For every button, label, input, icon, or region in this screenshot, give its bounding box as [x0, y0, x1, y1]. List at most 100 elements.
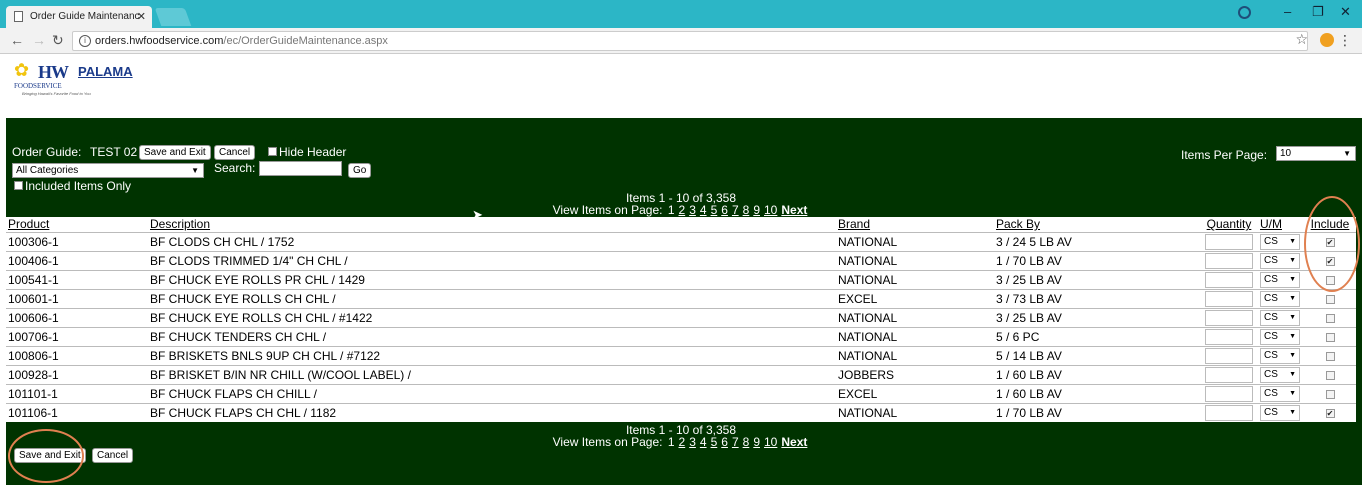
um-select[interactable]: CS ▼: [1260, 309, 1300, 326]
include-checkbox[interactable]: ✔: [1325, 256, 1335, 266]
page-link[interactable]: 5: [711, 203, 718, 217]
page-link[interactable]: 9: [753, 435, 760, 449]
info-icon[interactable]: i: [79, 35, 91, 47]
quantity-input[interactable]: [1205, 385, 1253, 402]
brand-cell: JOBBERS: [836, 364, 994, 384]
page-link[interactable]: 10: [764, 435, 777, 449]
page-link[interactable]: 4: [700, 203, 707, 217]
company-logo[interactable]: ✿ HW PALAMA FOODSERVICE Bringing Hawaii'…: [12, 60, 133, 100]
url-path: /ec/OrderGuideMaintenance.aspx: [223, 35, 388, 47]
um-value: CS: [1264, 311, 1278, 323]
description-cell: BF CLODS TRIMMED 1/4" CH CHL /: [148, 250, 836, 270]
back-icon[interactable]: ←: [10, 32, 24, 48]
url-field[interactable]: i orders.hwfoodservice.com/ec/OrderGuide…: [72, 31, 1308, 51]
go-button[interactable]: Go: [348, 163, 372, 178]
order-guide-name: TEST 02: [90, 145, 138, 159]
quantity-input[interactable]: [1205, 366, 1253, 383]
chevron-down-icon: ▼: [191, 166, 199, 175]
page-link[interactable]: 8: [743, 203, 750, 217]
close-window-icon[interactable]: ✕: [1340, 4, 1351, 20]
um-select[interactable]: CS ▼: [1260, 404, 1300, 421]
col-description[interactable]: Description: [148, 217, 836, 232]
um-cell: CS ▼: [1258, 402, 1304, 422]
page-link[interactable]: 3: [689, 435, 696, 449]
next-link[interactable]: Next: [781, 203, 807, 217]
page-link[interactable]: 8: [743, 435, 750, 449]
reload-icon[interactable]: ↻: [52, 32, 64, 49]
extension-icon[interactable]: [1320, 33, 1334, 47]
include-checkbox[interactable]: [1325, 313, 1335, 323]
um-select[interactable]: CS ▼: [1260, 271, 1300, 288]
tab-close-icon[interactable]: ✕: [137, 6, 146, 28]
page-link[interactable]: 9: [753, 203, 760, 217]
um-select[interactable]: CS ▼: [1260, 385, 1300, 402]
kebab-menu-icon[interactable]: ⋮: [1338, 32, 1352, 49]
cancel-button[interactable]: Cancel: [92, 448, 134, 463]
save-exit-button[interactable]: Save and Exit: [14, 448, 86, 463]
quantity-input[interactable]: [1205, 233, 1253, 250]
page-link[interactable]: 6: [721, 435, 728, 449]
page-link[interactable]: 4: [700, 435, 707, 449]
chevron-down-icon: ▼: [1289, 351, 1296, 359]
include-checkbox[interactable]: [1325, 370, 1335, 380]
included-only-checkbox[interactable]: [14, 181, 23, 190]
forward-icon[interactable]: →: [32, 32, 46, 48]
quantity-input[interactable]: [1205, 290, 1253, 307]
um-select[interactable]: CS ▼: [1260, 233, 1300, 250]
pager-view-label: View Items on Page:: [552, 435, 663, 449]
search-input[interactable]: [259, 161, 342, 176]
col-pack-by[interactable]: Pack By: [994, 217, 1200, 232]
pack-cell: 3 / 25 LB AV: [994, 269, 1200, 289]
quantity-input[interactable]: [1205, 328, 1253, 345]
page-link[interactable]: 5: [711, 435, 718, 449]
quantity-cell: [1200, 364, 1258, 384]
hide-header-checkbox[interactable]: [268, 147, 277, 156]
table-header-row: Product Description Brand Pack By Quanti…: [6, 217, 1356, 232]
um-select[interactable]: CS ▼: [1260, 328, 1300, 345]
bookmark-star-icon[interactable]: ☆: [1295, 31, 1308, 48]
page-link[interactable]: 10: [764, 203, 777, 217]
include-checkbox[interactable]: [1325, 275, 1335, 285]
include-checkbox[interactable]: [1325, 332, 1335, 342]
quantity-input[interactable]: [1205, 309, 1253, 326]
cancel-button-top[interactable]: Cancel: [214, 145, 256, 160]
new-tab-button[interactable]: [154, 8, 192, 26]
product-cell: 100928-1: [6, 364, 148, 384]
col-brand[interactable]: Brand: [836, 217, 994, 232]
category-select[interactable]: All Categories ▼: [12, 163, 204, 178]
quantity-input[interactable]: [1205, 347, 1253, 364]
um-select[interactable]: CS ▼: [1260, 366, 1300, 383]
um-select[interactable]: CS ▼: [1260, 252, 1300, 269]
page-link[interactable]: 7: [732, 203, 739, 217]
chevron-down-icon: ▼: [1289, 237, 1296, 245]
include-checkbox[interactable]: ✔: [1325, 409, 1335, 419]
quantity-input[interactable]: [1205, 404, 1253, 421]
quantity-input[interactable]: [1205, 271, 1253, 288]
include-checkbox[interactable]: [1325, 294, 1335, 304]
um-select[interactable]: CS ▼: [1260, 290, 1300, 307]
description-cell: BF CHUCK FLAPS CH CHILL /: [148, 383, 836, 403]
page-link[interactable]: 2: [679, 435, 686, 449]
page-link[interactable]: 7: [732, 435, 739, 449]
browser-tab[interactable]: Order Guide Maintenanc ✕: [6, 6, 152, 28]
items-per-page-select[interactable]: 10 ▼: [1276, 146, 1356, 161]
page-link[interactable]: 3: [689, 203, 696, 217]
profile-icon[interactable]: [1238, 6, 1251, 19]
chevron-down-icon: ▼: [1289, 313, 1296, 321]
quantity-input[interactable]: [1205, 252, 1253, 269]
include-checkbox[interactable]: [1325, 389, 1335, 399]
pager-top: Items 1 - 10 of 3,358 View Items on Page…: [526, 192, 836, 216]
next-link[interactable]: Next: [781, 435, 807, 449]
col-product[interactable]: Product: [6, 217, 148, 232]
restore-icon[interactable]: ❐: [1312, 4, 1324, 20]
um-select[interactable]: CS ▼: [1260, 347, 1300, 364]
page-link[interactable]: 2: [679, 203, 686, 217]
page-link[interactable]: 6: [721, 203, 728, 217]
table-row: 100928-1 BF BRISKET B/IN NR CHILL (W/COOL…: [6, 364, 1356, 384]
include-checkbox[interactable]: [1325, 351, 1335, 361]
include-checkbox[interactable]: ✔: [1325, 237, 1335, 247]
col-include[interactable]: Include: [1304, 217, 1356, 232]
include-cell: ✔: [1304, 402, 1356, 422]
save-exit-button-top[interactable]: Save and Exit: [139, 145, 211, 160]
minimize-icon[interactable]: –: [1284, 4, 1291, 19]
